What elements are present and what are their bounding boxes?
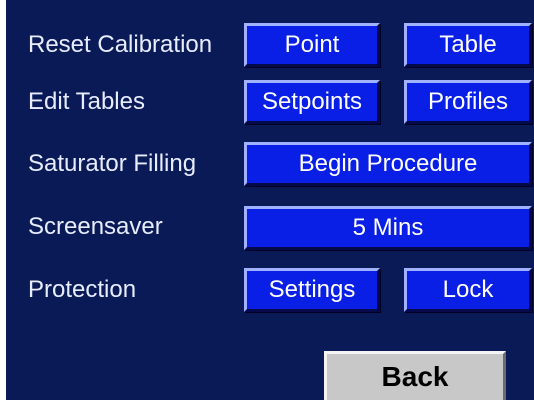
protection-lock-button[interactable]: Lock [404,268,532,312]
reset-calibration-label: Reset Calibration [28,31,213,58]
saturator-filling-label: Saturator Filling [28,150,197,177]
edit-profiles-button[interactable]: Profiles [404,80,532,124]
settings-panel: Reset Calibration Point Table Edit Table… [0,0,534,400]
screensaver-time-button[interactable]: 5 Mins [244,206,532,250]
protection-settings-button[interactable]: Settings [244,268,380,312]
edit-setpoints-button[interactable]: Setpoints [244,80,380,124]
protection-label: Protection [28,276,137,303]
reset-point-button[interactable]: Point [244,23,380,67]
begin-procedure-button[interactable]: Begin Procedure [244,142,532,186]
back-button[interactable]: Back [324,351,506,400]
reset-table-button[interactable]: Table [404,23,532,67]
edit-tables-label: Edit Tables [28,88,145,115]
screensaver-label: Screensaver [28,213,163,240]
